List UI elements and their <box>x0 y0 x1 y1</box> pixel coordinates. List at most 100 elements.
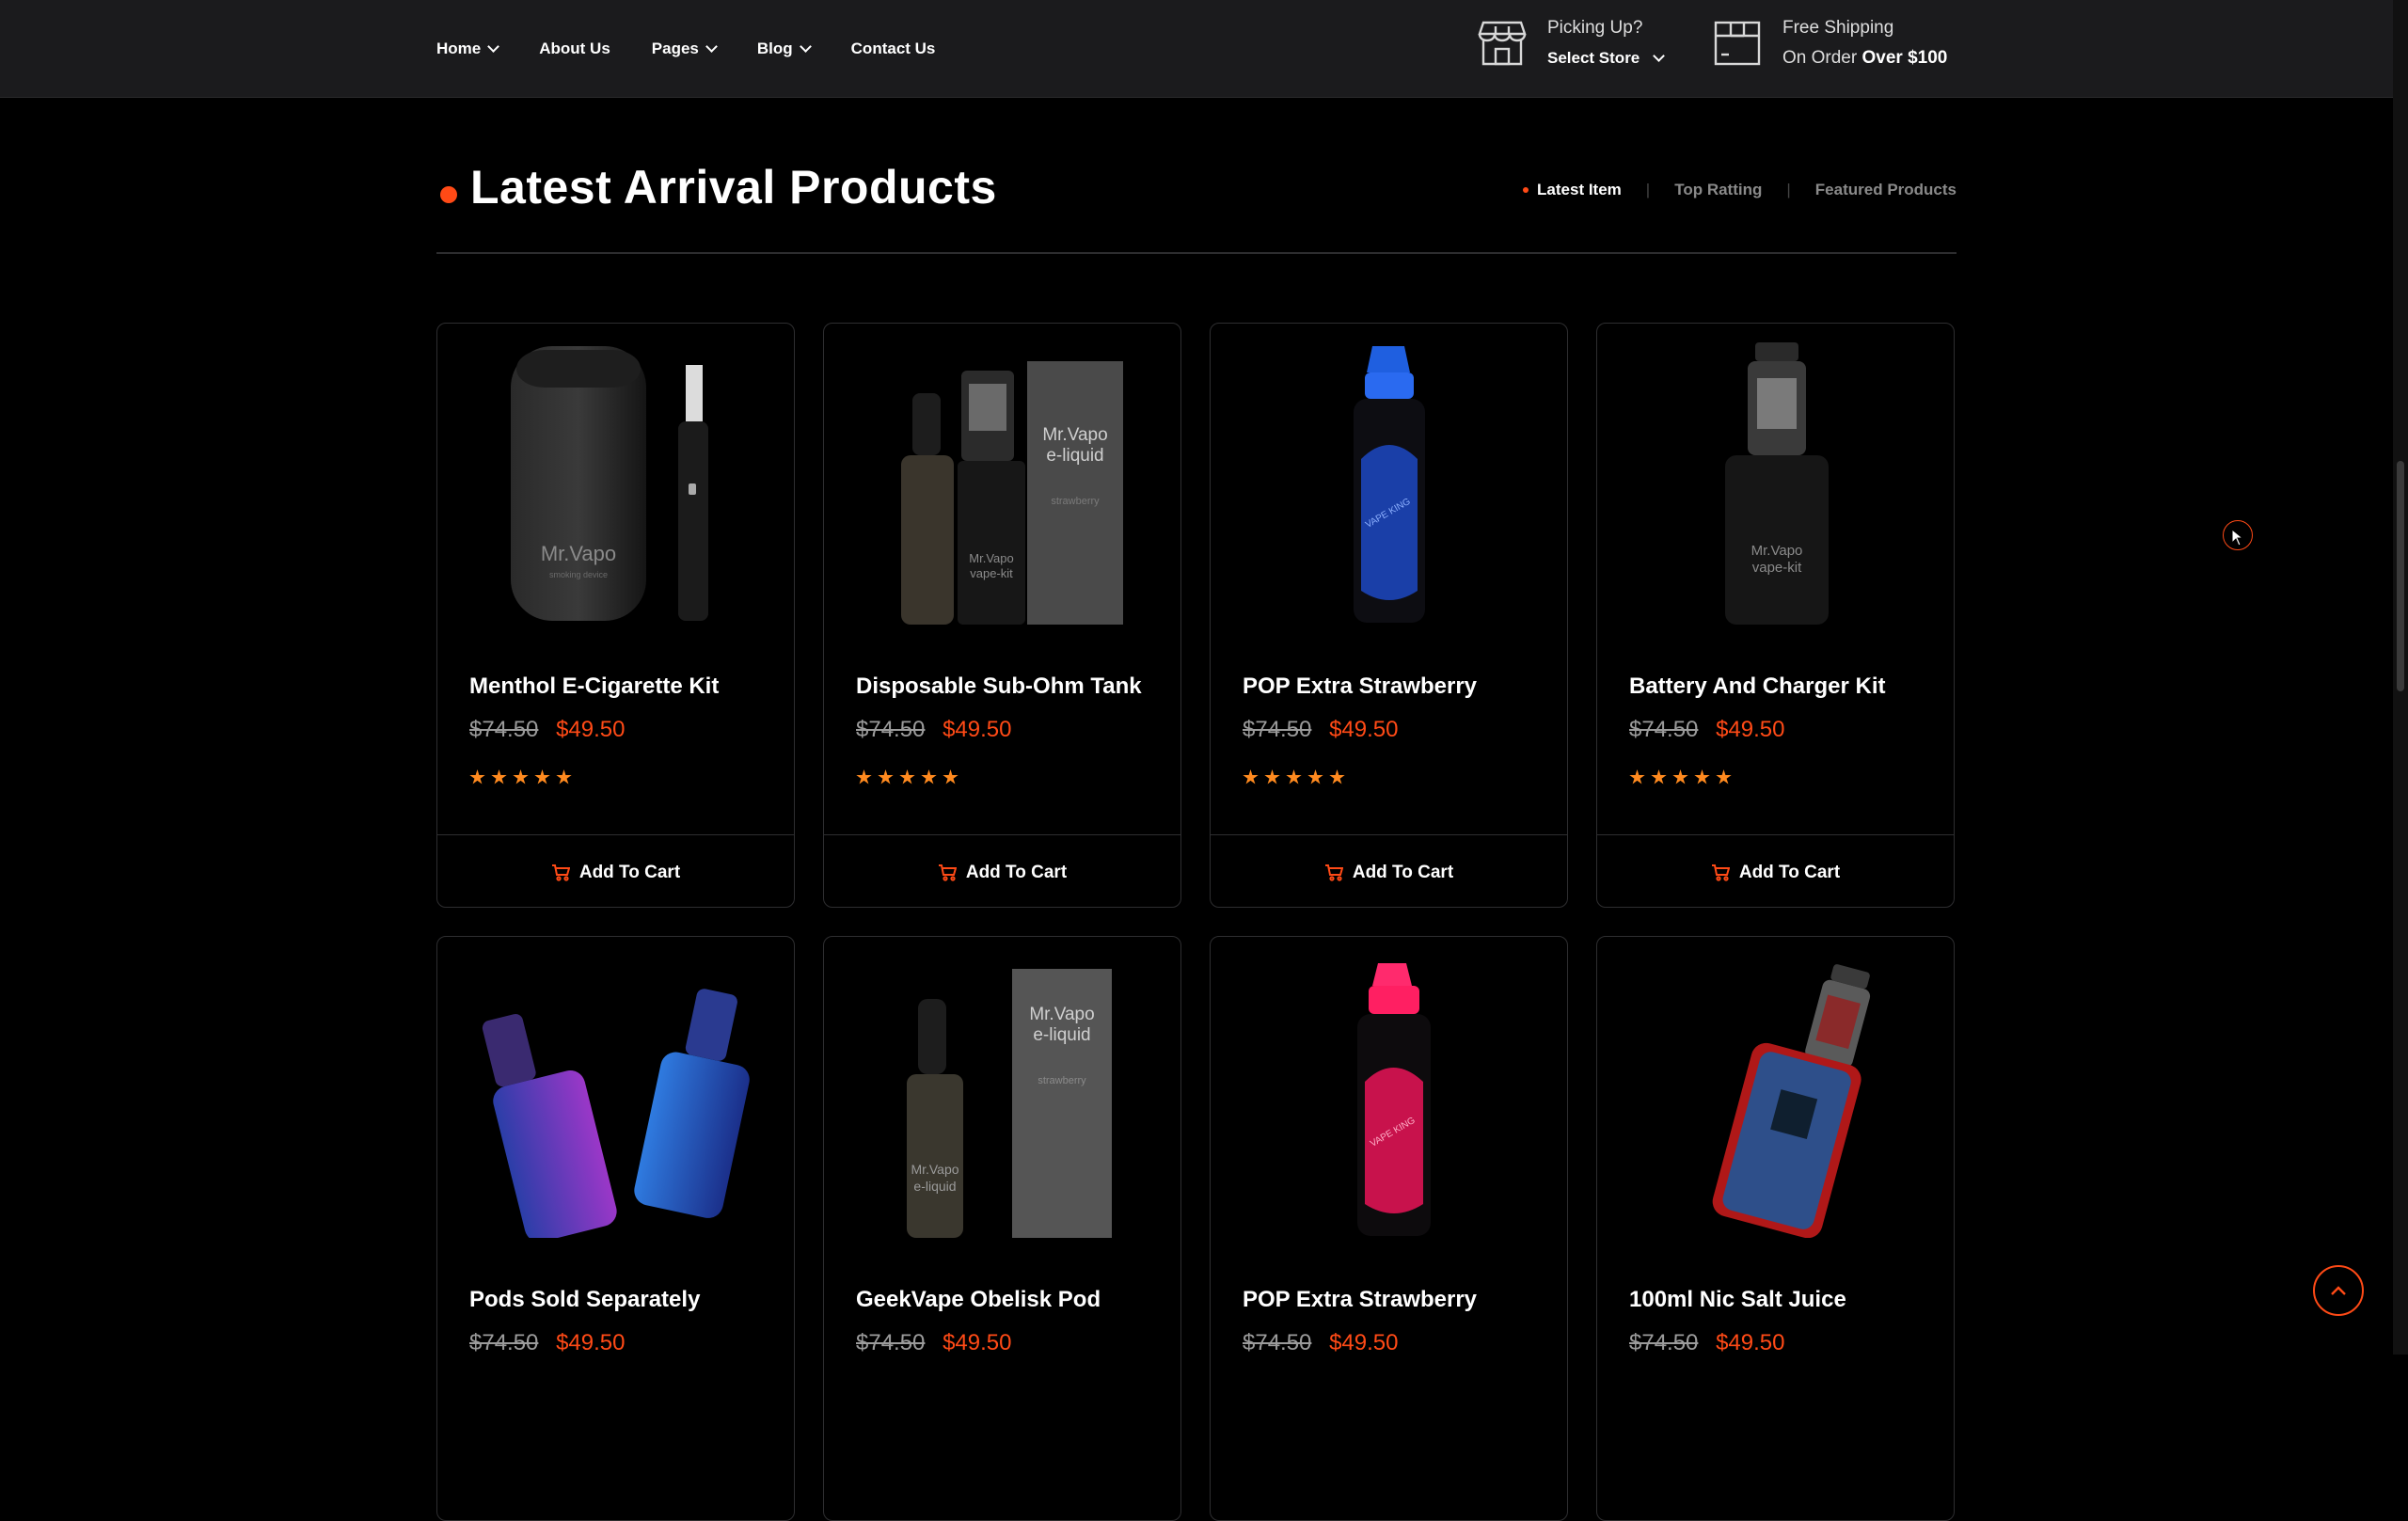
svg-text:strawberry: strawberry <box>1038 1075 1086 1086</box>
product-card[interactable]: 100ml Nic Salt Juice $74.50 $49.50 <box>1596 936 1955 1521</box>
product-price: $74.50 $49.50 <box>469 1330 625 1356</box>
cart-icon <box>551 863 570 881</box>
select-store-dropdown[interactable]: Select Store <box>1547 43 1666 73</box>
old-price: $74.50 <box>1629 717 1699 742</box>
add-to-cart-label: Add To Cart <box>965 862 1068 882</box>
star-icon <box>469 769 485 784</box>
section-header: Latest Arrival Products Latest Item | To… <box>436 151 1956 254</box>
add-to-cart-button[interactable]: Add To Cart <box>1211 834 1567 907</box>
tab-label: Featured Products <box>1814 181 1956 198</box>
svg-text:Mr.Vapo: Mr.Vapo <box>1029 1005 1094 1024</box>
section-title: Latest Arrival Products <box>470 161 997 214</box>
tab-divider: | <box>1645 181 1651 198</box>
sale-price: $49.50 <box>556 1330 626 1355</box>
star-icon <box>1307 769 1323 784</box>
nav-item-about[interactable]: About Us <box>539 40 610 58</box>
product-card[interactable]: Mr.Vapo e-liquid strawberry Mr.Vapo vape… <box>823 323 1181 908</box>
sale-price: $49.50 <box>1716 717 1785 742</box>
shipping-terms: On Order Over $100 <box>1782 43 1947 73</box>
product-card[interactable]: VAPE KING POP Extra Strawberry $74.50 $4… <box>1210 936 1568 1521</box>
cart-icon <box>938 863 957 881</box>
main-nav: Home About Us Pages Blog Contact Us <box>436 0 976 97</box>
product-image <box>1712 964 1871 1238</box>
nav-label: Home <box>436 39 482 57</box>
tab-label: Latest Item <box>1537 181 1622 198</box>
product-image: VAPE KING <box>1354 346 1425 623</box>
shipping-label: Free Shipping <box>1782 18 1894 38</box>
scrollbar-thumb[interactable] <box>2397 461 2404 691</box>
tab-featured-products[interactable]: Featured Products <box>1815 181 1956 199</box>
old-price: $74.50 <box>1243 717 1312 742</box>
add-to-cart-label: Add To Cart <box>1352 862 1454 882</box>
product-name[interactable]: POP Extra Strawberry <box>1243 673 1477 700</box>
product-card[interactable]: Mr.Vapo e-liquid strawberry Mr.Vapo e-li… <box>823 936 1181 1521</box>
chevron-down-icon <box>799 40 812 53</box>
top-header: Home About Us Pages Blog Contact Us Pick… <box>0 0 2393 98</box>
page-scrollbar[interactable] <box>2393 0 2408 1355</box>
nav-item-blog[interactable]: Blog <box>757 40 812 58</box>
product-card[interactable]: Mr.Vapo vape-kit Battery And Charger Kit… <box>1596 323 1955 908</box>
product-tabs: Latest Item | Top Ratting | Featured Pro… <box>1523 181 1956 199</box>
cart-icon <box>1711 863 1730 881</box>
svg-text:Mr.Vapo: Mr.Vapo <box>541 542 616 565</box>
product-price: $74.50 $49.50 <box>856 717 1011 743</box>
product-name[interactable]: Battery And Charger Kit <box>1629 673 1885 700</box>
product-image: Mr.Vapo e-liquid strawberry Mr.Vapo vape… <box>901 361 1123 625</box>
chevron-down-icon <box>705 40 718 53</box>
star-icon <box>1716 769 1732 784</box>
product-name[interactable]: GeekVape Obelisk Pod <box>856 1287 1101 1313</box>
star-rating <box>1629 769 1732 785</box>
pickup-label: Picking Up? <box>1547 18 1643 38</box>
product-name[interactable]: 100ml Nic Salt Juice <box>1629 1287 1846 1313</box>
product-image: Mr.Vapo smoking device <box>511 346 708 621</box>
nav-label: Pages <box>651 39 699 57</box>
shipping-terms-amount: Over $100 <box>1861 48 1948 68</box>
product-card[interactable]: Mr.Vapo smoking device Menthol E-Cigaret… <box>436 323 795 908</box>
star-icon <box>1264 769 1280 784</box>
shipping-info: Free Shipping On Order Over $100 <box>1713 13 1947 73</box>
add-to-cart-button[interactable]: Add To Cart <box>1597 834 1954 907</box>
svg-text:Mr.Vapo: Mr.Vapo <box>911 1162 958 1177</box>
tab-top-ratting[interactable]: Top Ratting <box>1674 181 1762 199</box>
product-image: Mr.Vapo e-liquid strawberry Mr.Vapo e-li… <box>907 969 1112 1238</box>
mouse-pointer-icon <box>2231 529 2244 547</box>
product-name[interactable]: POP Extra Strawberry <box>1243 1287 1477 1313</box>
nav-item-home[interactable]: Home <box>436 39 500 58</box>
back-to-top-button[interactable] <box>2313 1265 2364 1316</box>
star-rating <box>1243 769 1345 785</box>
star-icon <box>1286 769 1302 784</box>
star-icon <box>1329 769 1345 784</box>
product-card[interactable]: VAPE KING POP Extra Strawberry $74.50 $4… <box>1210 323 1568 908</box>
svg-text:smoking device: smoking device <box>549 570 608 579</box>
nav-item-pages[interactable]: Pages <box>651 39 718 58</box>
sale-price: $49.50 <box>1329 717 1399 742</box>
pickup-info: Picking Up? Select Store <box>1478 13 1666 73</box>
add-to-cart-button[interactable]: Add To Cart <box>437 834 794 907</box>
star-rating <box>469 769 572 785</box>
product-card[interactable]: Pods Sold Separately $74.50 $49.50 <box>436 936 795 1521</box>
product-image: Mr.Vapo vape-kit <box>1725 342 1829 625</box>
old-price: $74.50 <box>856 1330 926 1355</box>
add-to-cart-label: Add To Cart <box>1738 862 1841 882</box>
add-to-cart-button[interactable]: Add To Cart <box>824 834 1180 907</box>
old-price: $74.50 <box>1629 1330 1699 1355</box>
tab-latest-item[interactable]: Latest Item <box>1523 181 1622 199</box>
star-icon <box>1672 769 1688 784</box>
star-icon <box>534 769 550 784</box>
cart-icon <box>1324 863 1343 881</box>
svg-text:e-liquid: e-liquid <box>1046 446 1103 466</box>
star-icon <box>491 769 507 784</box>
product-name[interactable]: Pods Sold Separately <box>469 1287 700 1313</box>
product-price: $74.50 $49.50 <box>1243 1330 1398 1356</box>
svg-text:e-liquid: e-liquid <box>1033 1025 1090 1045</box>
product-image <box>482 989 750 1238</box>
arrow-up-icon <box>2331 1286 2346 1295</box>
product-image: VAPE KING <box>1357 963 1431 1236</box>
nav-item-contact[interactable]: Contact Us <box>851 40 936 58</box>
chevron-down-icon <box>1653 50 1666 62</box>
tab-label: Top Ratting <box>1674 181 1763 198</box>
star-icon <box>1694 769 1710 784</box>
product-name[interactable]: Disposable Sub-Ohm Tank <box>856 673 1142 700</box>
product-name[interactable]: Menthol E-Cigarette Kit <box>469 673 719 700</box>
nav-label: Contact Us <box>850 39 936 57</box>
